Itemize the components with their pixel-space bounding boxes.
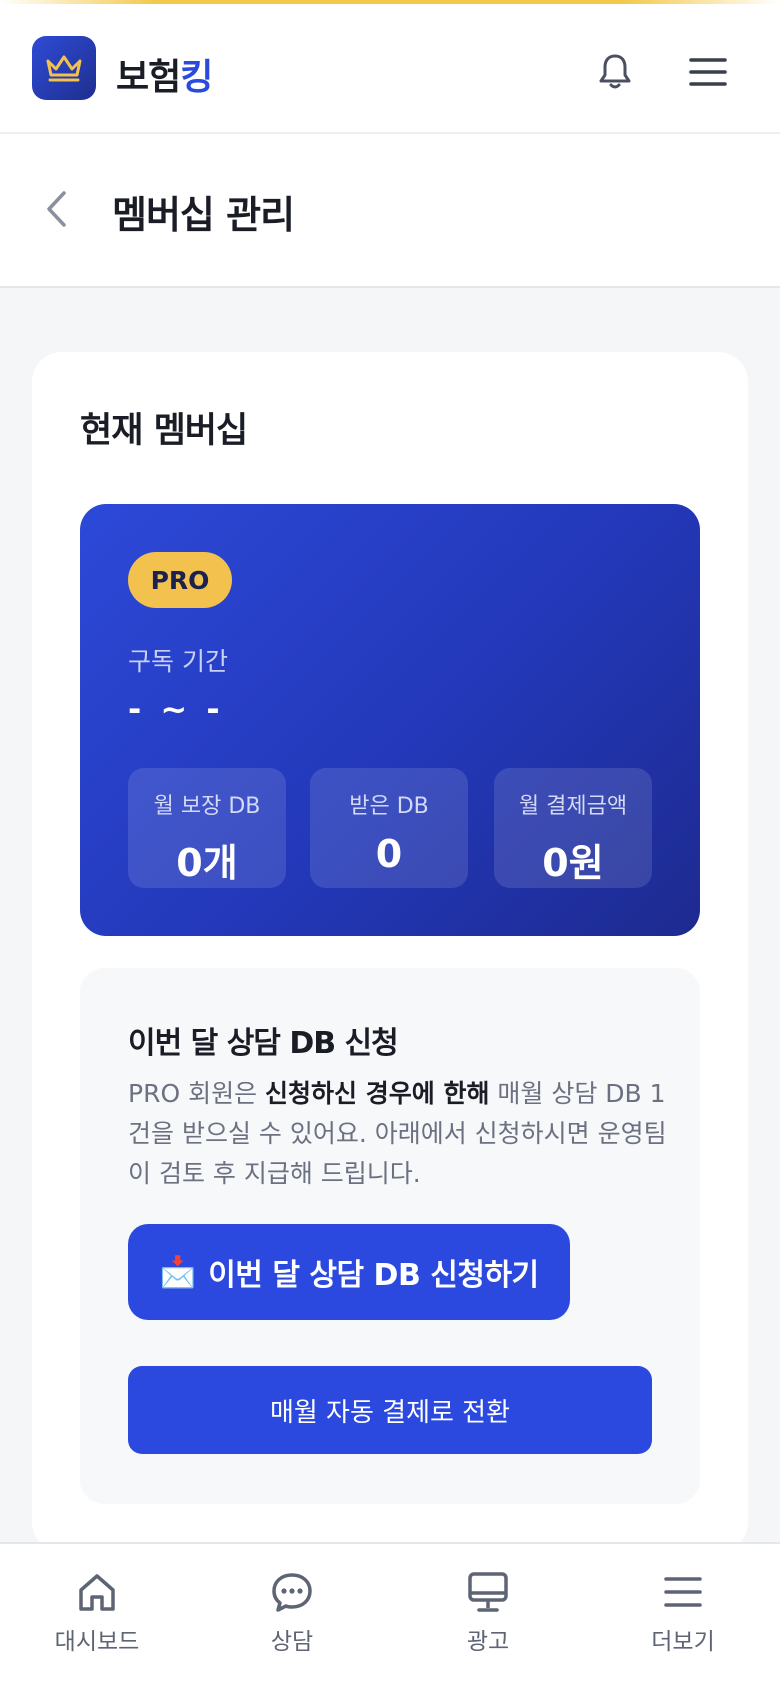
- back-button[interactable]: [36, 184, 76, 234]
- membership-card: 현재 멤버십 PRO 구독 기간 - ~ - 월 보장 DB 0개 받은 DB …: [32, 352, 748, 1552]
- period-label: 구독 기간: [128, 647, 228, 676]
- nav-item-consult[interactable]: 상담: [227, 1570, 357, 1656]
- bell-icon: [599, 54, 631, 89]
- desc-prefix: PRO 회원은: [128, 1079, 266, 1108]
- stat-monthly-payment: 월 결제금액 0원: [494, 768, 652, 888]
- period-value: - ~ -: [128, 690, 224, 728]
- stat-label: 받은 DB: [349, 794, 429, 819]
- nav-item-more[interactable]: 더보기: [618, 1570, 748, 1656]
- brand-name: 보험 킹: [116, 48, 213, 100]
- stat-label: 월 결제금액: [518, 794, 628, 819]
- chat-bubble-icon: [272, 1573, 312, 1612]
- bottom-navigation: 대시보드 상담 광고 더보기: [0, 1542, 780, 1688]
- brand-name-main: 보험: [116, 57, 181, 98]
- stat-monthly-guaranteed-db: 월 보장 DB 0개: [128, 768, 286, 888]
- stat-value: 0: [375, 832, 403, 876]
- nav-label: 상담: [270, 1629, 314, 1655]
- home-icon: [79, 1574, 115, 1611]
- page-header: 멤버십 관리: [0, 134, 780, 288]
- crown-icon: [46, 55, 82, 82]
- tier-badge: PRO: [128, 552, 232, 608]
- chevron-left-icon: [47, 191, 66, 227]
- page-title: 멤버십 관리: [112, 193, 295, 237]
- nav-label: 광고: [466, 1629, 510, 1655]
- stat-label: 월 보장 DB: [153, 794, 261, 819]
- auto-payment-button[interactable]: 매월 자동 결제로 전환: [128, 1366, 652, 1454]
- envelope-icon: 📩: [159, 1254, 197, 1290]
- nav-label: 더보기: [651, 1629, 715, 1655]
- nav-label: 대시보드: [54, 1629, 140, 1655]
- hamburger-menu-icon: [689, 58, 727, 86]
- membership-summary-panel: PRO 구독 기간 - ~ - 월 보장 DB 0개 받은 DB 0 월 결제금…: [80, 504, 700, 936]
- nav-item-ads[interactable]: 광고: [423, 1570, 553, 1656]
- hamburger-menu-icon: [664, 1577, 702, 1607]
- notification-button[interactable]: [592, 48, 638, 94]
- db-request-section: 이번 달 상담 DB 신청 PRO 회원은 신청하신 경우에 한해 매월 상담 …: [80, 968, 700, 1504]
- monitor-icon: [468, 1572, 508, 1612]
- request-db-button[interactable]: 📩 이번 달 상담 DB 신청하기: [128, 1224, 570, 1320]
- app-logo[interactable]: [32, 36, 96, 100]
- stat-value: 0개: [176, 841, 238, 885]
- brand-name-accent: 킹: [180, 57, 213, 98]
- desc-emphasis: 신청하신 경우에 한해: [265, 1079, 490, 1108]
- stat-value: 0원: [542, 841, 604, 885]
- db-request-title: 이번 달 상담 DB 신청: [128, 1026, 399, 1061]
- section-title: 현재 멤버십: [80, 411, 248, 451]
- db-request-description: PRO 회원은 신청하신 경우에 한해 매월 상담 DB 1건을 받으실 수 있…: [128, 1074, 668, 1194]
- nav-item-dashboard[interactable]: 대시보드: [32, 1570, 162, 1656]
- request-db-button-label: 이번 달 상담 DB 신청하기: [208, 1258, 539, 1293]
- stat-received-db: 받은 DB 0: [310, 768, 468, 888]
- app-header: 보험 킹: [0, 4, 780, 134]
- menu-button[interactable]: [684, 50, 732, 94]
